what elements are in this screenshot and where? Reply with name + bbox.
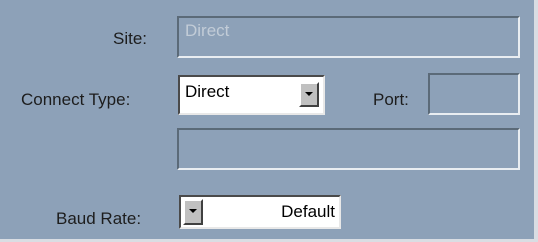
connection-settings-panel: Site: Direct Connect Type: Direct Port: …: [0, 0, 538, 242]
site-field[interactable]: Direct: [177, 16, 520, 58]
connect-type-select[interactable]: Direct: [178, 75, 325, 115]
connect-type-label: Connect Type:: [21, 90, 131, 109]
port-field[interactable]: [428, 73, 520, 115]
baud-rate-select[interactable]: Default: [179, 195, 341, 229]
chevron-down-icon: [189, 209, 197, 213]
site-label: Site:: [113, 29, 148, 48]
port-label: Port:: [373, 90, 409, 109]
chevron-down-icon: [305, 92, 313, 96]
connect-type-dropdown-button[interactable]: [299, 82, 319, 107]
connection-detail-field[interactable]: [177, 128, 520, 170]
baud-rate-dropdown-button[interactable]: [183, 199, 203, 225]
connect-type-value: Direct: [185, 82, 230, 101]
baud-rate-value: Default: [281, 202, 335, 221]
baud-rate-label: Baud Rate:: [56, 209, 142, 228]
site-field-value: Direct: [185, 21, 230, 40]
